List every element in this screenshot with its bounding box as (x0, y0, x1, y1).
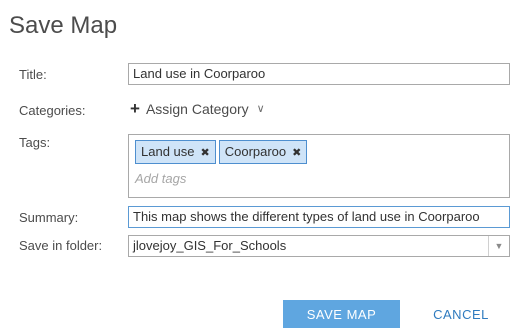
tags-input[interactable]: Land use ✖ Coorparoo ✖ Add tags (128, 134, 510, 198)
tag-chip: Coorparoo ✖ (218, 140, 308, 164)
chevron-down-icon: ∨ (256, 103, 265, 115)
tags-label: Tags: (19, 135, 51, 150)
triangle-down-icon[interactable]: ▼ (488, 236, 509, 256)
cancel-button[interactable]: CANCEL (416, 300, 506, 328)
tag-chip: Land use ✖ (135, 140, 216, 164)
assign-category-label: Assign Category (145, 100, 249, 117)
tag-label: Coorparoo (224, 144, 287, 159)
folder-select[interactable]: jlovejoy_GIS_For_Schools ▼ (128, 235, 510, 257)
tag-label: Land use (141, 144, 195, 159)
categories-label: Categories: (19, 103, 86, 118)
summary-input[interactable]: This map shows the different types of la… (128, 206, 510, 228)
title-label: Title: (19, 67, 47, 82)
folder-select-value: jlovejoy_GIS_For_Schools (133, 238, 287, 253)
folder-label: Save in folder: (19, 238, 103, 253)
save-map-button[interactable]: SAVE MAP (283, 300, 400, 328)
dialog-title: Save Map (9, 12, 118, 39)
title-input[interactable]: Land use in Coorparoo (128, 63, 510, 85)
summary-label: Summary: (19, 210, 79, 225)
close-icon[interactable]: ✖ (201, 147, 210, 159)
add-tags-placeholder[interactable]: Add tags (135, 171, 503, 186)
assign-category-button[interactable]: + Assign Category ∨ (130, 100, 265, 117)
plus-icon: + (130, 99, 140, 118)
close-icon[interactable]: ✖ (292, 147, 301, 159)
